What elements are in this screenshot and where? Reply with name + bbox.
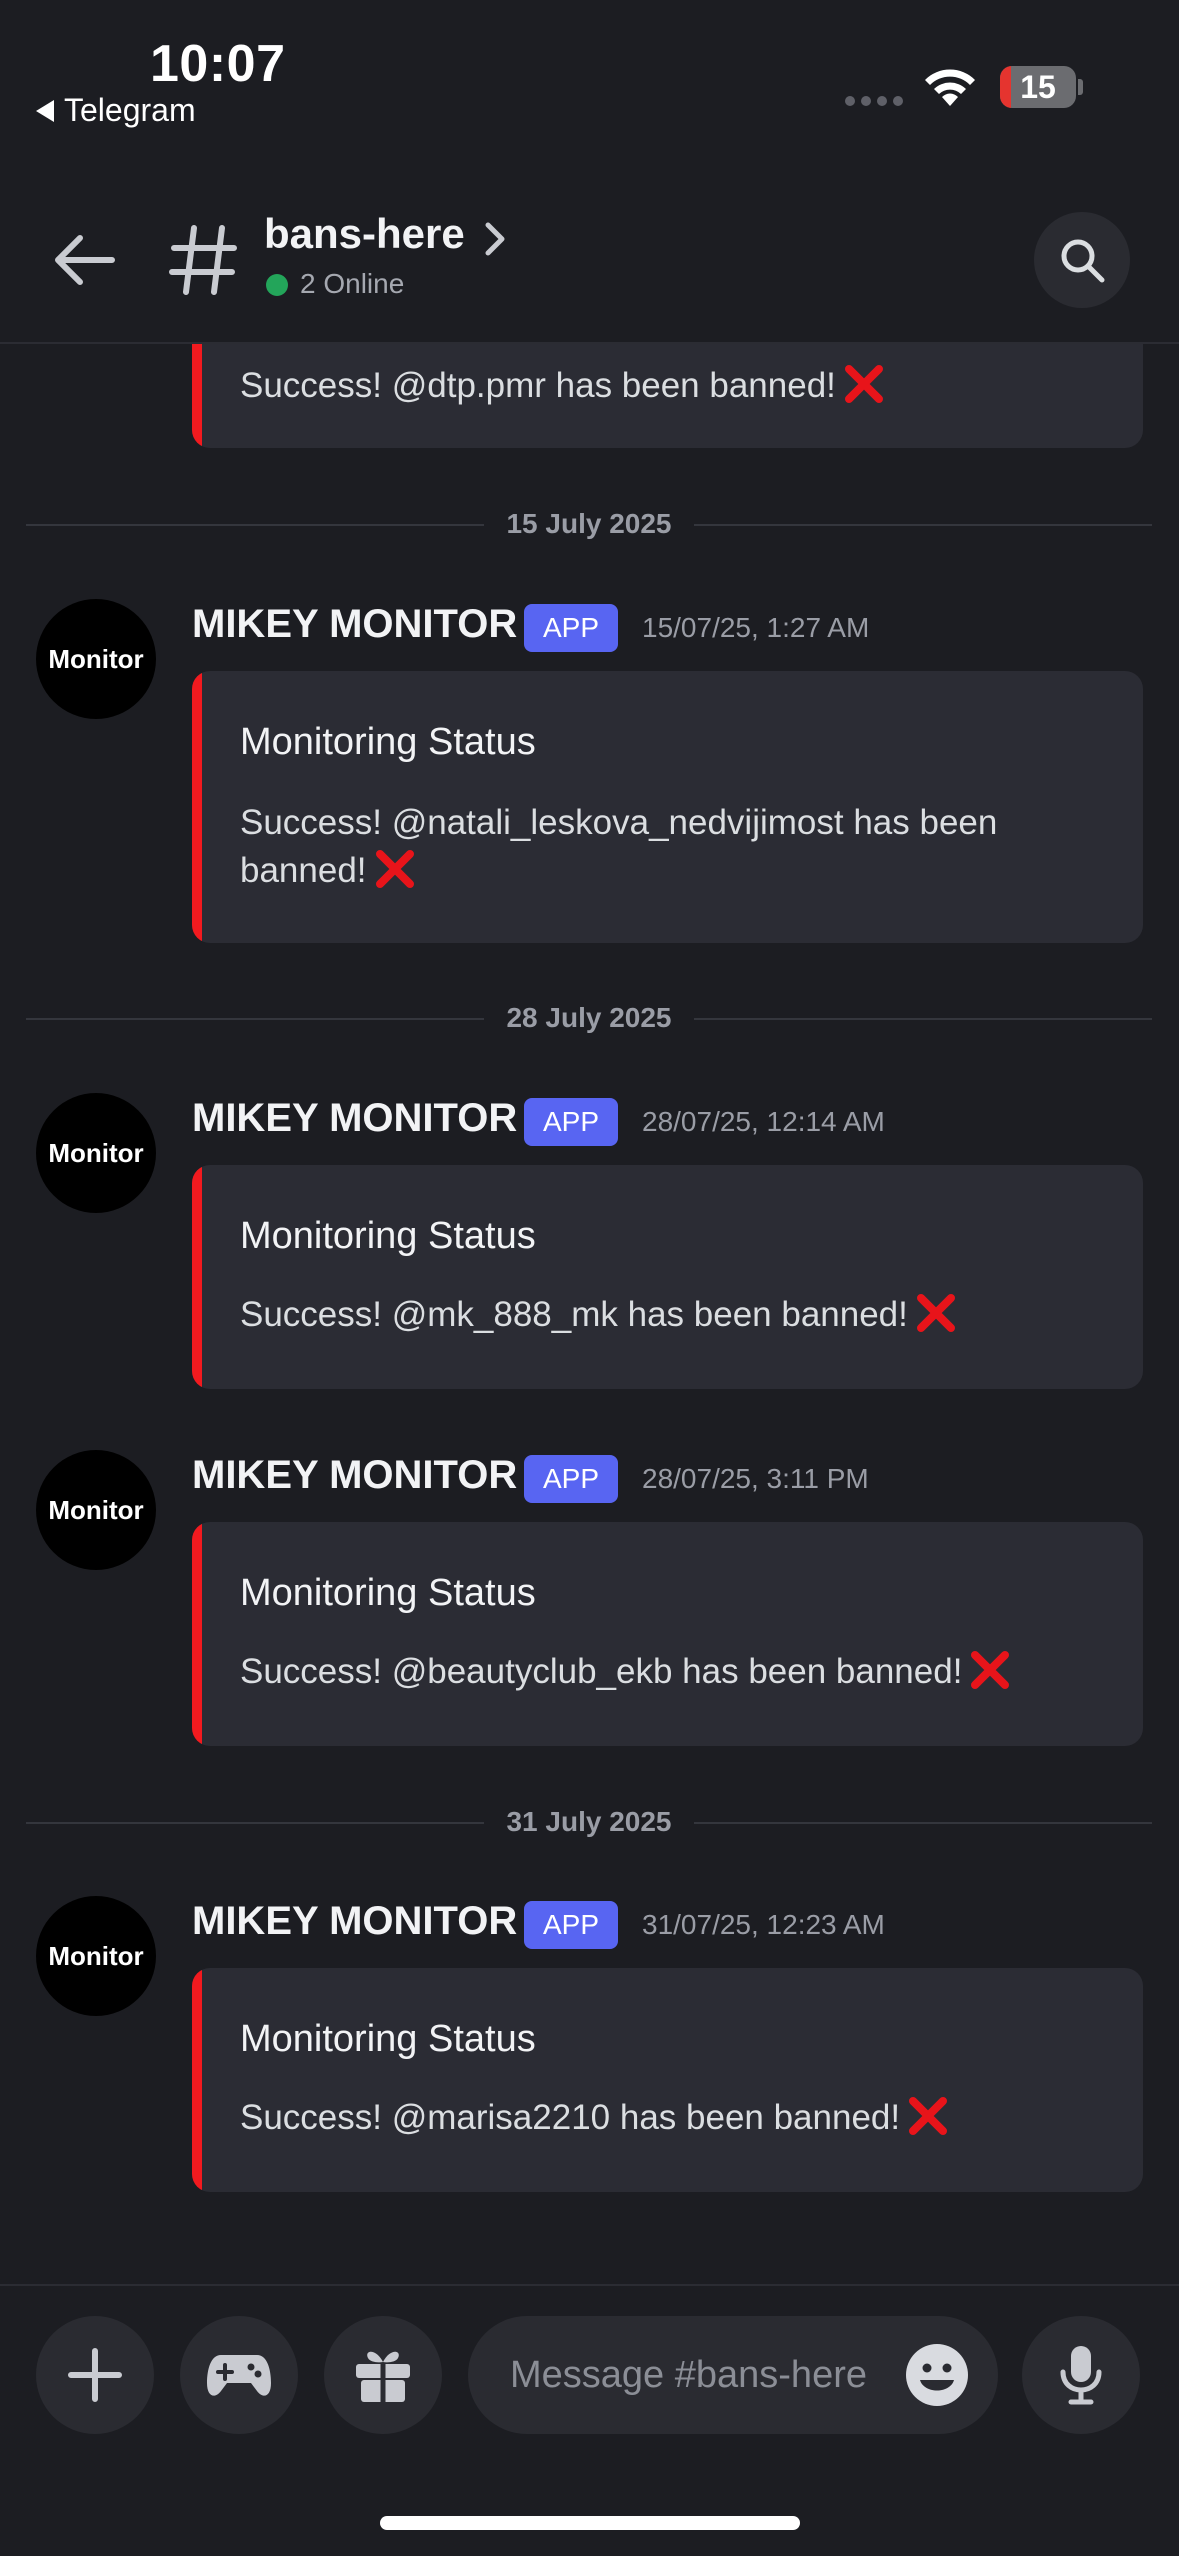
message-list[interactable]: Success! @dtp.pmr has been banned! 15 Ju…: [0, 344, 1179, 2284]
avatar[interactable]: Monitor: [36, 1896, 156, 2016]
cross-mark-icon: [916, 1293, 955, 1332]
message-embed: Monitoring Status Success! @natali_lesko…: [192, 671, 1143, 943]
gift-icon: [356, 2351, 410, 2402]
app-badge: APP: [524, 1901, 618, 1949]
app-badge: APP: [524, 1098, 618, 1146]
embed-title: Monitoring Status: [240, 721, 536, 763]
message-timestamp: 31/07/25, 12:23 AM: [642, 1909, 885, 1940]
channel-name[interactable]: bans-here: [264, 210, 465, 258]
date-divider: 31 July 2025: [26, 1802, 1152, 1842]
back-triangle-icon: [36, 99, 54, 122]
author-name[interactable]: MIKEY MONITOR: [192, 1453, 517, 1498]
avatar[interactable]: Monitor: [36, 1450, 156, 1570]
channel-header: bans-here 2 Online: [0, 150, 1179, 344]
date-label: 31 July 2025: [484, 1806, 694, 1837]
embed-description: Success! @dtp.pmr has been banned!: [240, 362, 1103, 410]
message-embed: Monitoring Status Success! @marisa2210 h…: [192, 1968, 1143, 2192]
author-name[interactable]: MIKEY MONITOR: [192, 602, 517, 647]
message-input[interactable]: Message #bans-here: [468, 2316, 998, 2434]
embed-description: Success! @beautyclub_ekb has been banned…: [240, 1648, 1103, 1696]
battery-icon: 15: [1000, 66, 1076, 108]
cross-mark-icon: [909, 2096, 948, 2135]
microphone-icon: [1060, 2346, 1102, 2405]
author-name[interactable]: MIKEY MONITOR: [192, 1096, 517, 1141]
cross-mark-icon: [971, 1650, 1010, 1689]
battery-tip: [1078, 79, 1083, 95]
app-badge: APP: [524, 604, 618, 652]
message-timestamp: 28/07/25, 12:14 AM: [642, 1106, 885, 1137]
status-bar: 10:07 Telegram 15: [0, 0, 1179, 150]
cellular-signal-icon: [845, 96, 903, 106]
plus-icon: [68, 2348, 122, 2402]
cross-mark-icon: [375, 849, 414, 888]
home-indicator[interactable]: [380, 2516, 800, 2530]
date-divider: 28 July 2025: [26, 998, 1152, 1038]
message-input-placeholder: Message #bans-here: [510, 2354, 867, 2396]
gamepad-icon: [207, 2355, 271, 2396]
voice-message-button[interactable]: [1022, 2316, 1140, 2434]
wifi-icon: [925, 69, 975, 106]
app-badge: APP: [524, 1455, 618, 1503]
activities-button[interactable]: [180, 2316, 298, 2434]
embed-title: Monitoring Status: [240, 1572, 536, 1614]
embed-title: Monitoring Status: [240, 1215, 536, 1257]
message-embed: Monitoring Status Success! @beautyclub_e…: [192, 1522, 1143, 1746]
message-timestamp: 15/07/25, 1:27 AM: [642, 612, 870, 643]
embed-description: Success! @mk_888_mk has been banned!: [240, 1291, 1103, 1339]
status-time: 10:07: [150, 35, 286, 93]
chevron-right-icon[interactable]: [482, 220, 508, 258]
online-count: 2 Online: [300, 268, 405, 299]
search-button[interactable]: [1034, 212, 1130, 308]
add-attachment-button[interactable]: [36, 2316, 154, 2434]
author-name[interactable]: MIKEY MONITOR: [192, 1899, 517, 1944]
channel-hash-icon: [169, 225, 237, 295]
back-arrow-icon[interactable]: [48, 230, 120, 290]
avatar[interactable]: Monitor: [36, 1093, 156, 1213]
cross-mark-icon: [844, 364, 883, 403]
message-timestamp: 28/07/25, 3:11 PM: [642, 1463, 869, 1494]
embed-description: Success! @marisa2210 has been banned!: [240, 2094, 1103, 2142]
emoji-icon[interactable]: [904, 2342, 970, 2408]
avatar[interactable]: Monitor: [36, 599, 156, 719]
back-to-telegram-link[interactable]: Telegram: [36, 92, 196, 129]
discord-channel-screen: 10:07 Telegram 15 bans-here 2 Online Suc…: [0, 0, 1179, 2556]
message-embed: Monitoring Status Success! @mk_888_mk ha…: [192, 1165, 1143, 1389]
message-embed-partial: Success! @dtp.pmr has been banned!: [192, 344, 1143, 448]
embed-description: Success! @natali_leskova_nedvijimost has…: [240, 803, 998, 890]
search-icon: [1061, 239, 1105, 283]
online-status-dot: [266, 274, 288, 296]
battery-level: 15: [1020, 69, 1056, 105]
date-divider: 15 July 2025: [26, 504, 1152, 544]
embed-title: Monitoring Status: [240, 2018, 536, 2060]
date-label: 28 July 2025: [484, 1002, 694, 1033]
gift-button[interactable]: [324, 2316, 442, 2434]
back-app-label: Telegram: [64, 92, 196, 128]
date-label: 15 July 2025: [484, 508, 694, 539]
